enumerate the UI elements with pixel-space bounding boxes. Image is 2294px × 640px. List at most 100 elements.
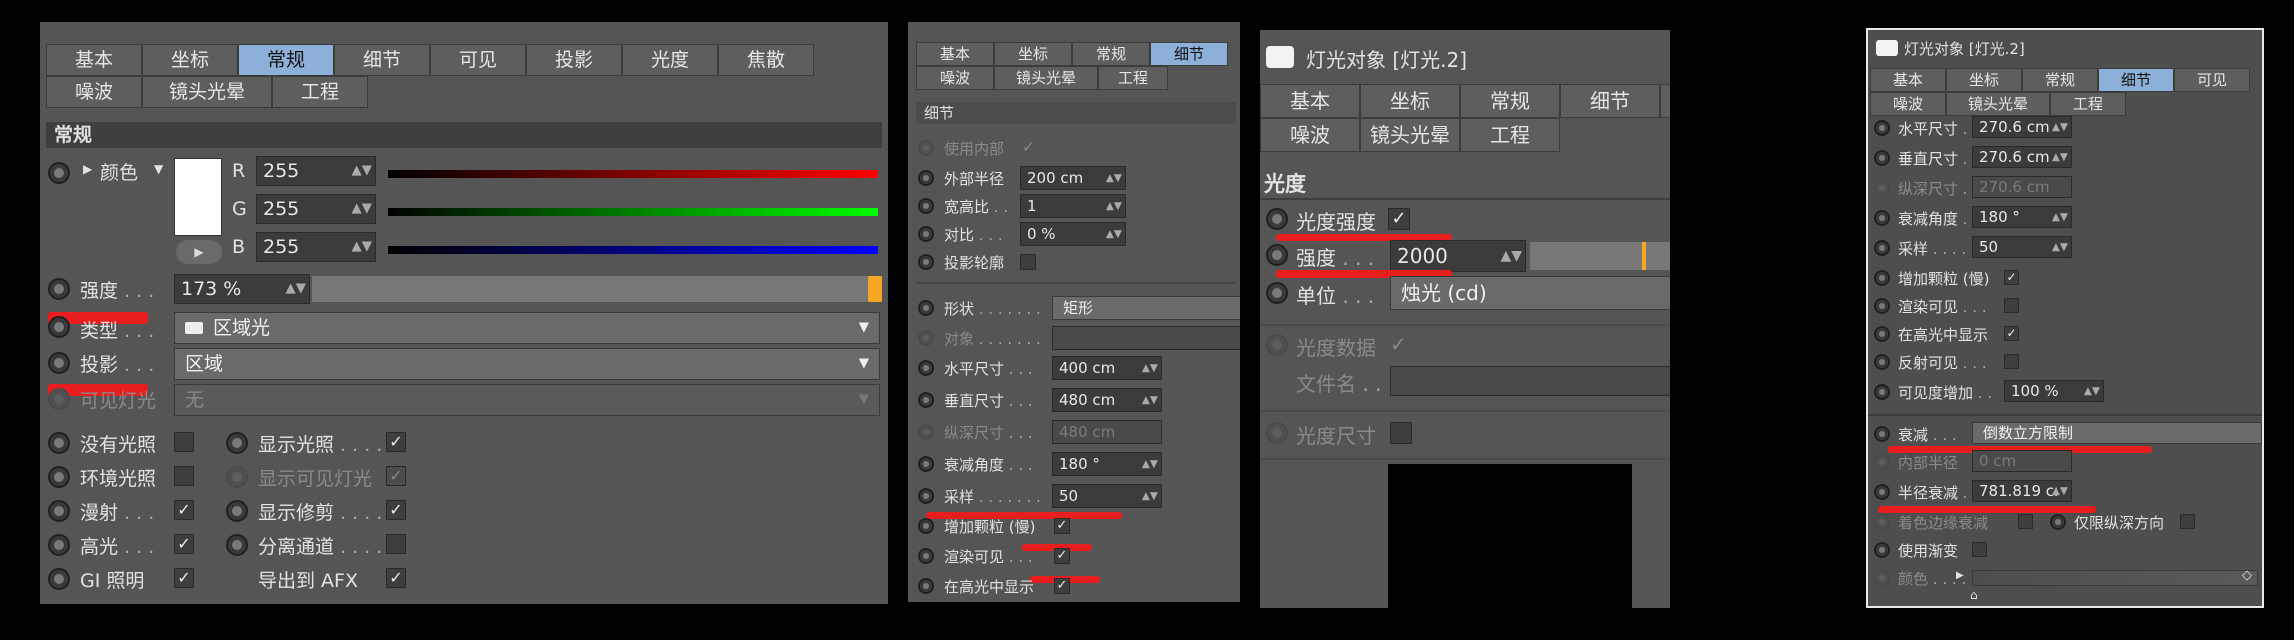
tab-basic[interactable]: 基本 bbox=[46, 44, 142, 76]
color-menu-icon[interactable]: ▼ bbox=[154, 162, 163, 176]
tab-noise[interactable]: 噪波 bbox=[916, 66, 994, 90]
samples-radio[interactable] bbox=[918, 488, 934, 504]
tab-shadow[interactable]: 投影 bbox=[526, 44, 622, 76]
color-picker-button[interactable]: ▶ bbox=[176, 240, 222, 264]
tab-project[interactable]: 工程 bbox=[2050, 92, 2126, 116]
intensity-field[interactable]: 2000 ▲▼ bbox=[1390, 240, 1526, 272]
tab-project[interactable]: 工程 bbox=[1098, 66, 1168, 90]
g-slider[interactable] bbox=[388, 208, 878, 216]
visible-light-radio[interactable] bbox=[48, 388, 70, 410]
h-size-field[interactable]: 400 cm ▲▼ bbox=[1052, 356, 1162, 380]
tab-details[interactable]: 细节 bbox=[1150, 42, 1228, 66]
color-swatch[interactable] bbox=[174, 158, 222, 236]
color-radio[interactable] bbox=[48, 162, 70, 184]
tab-basic[interactable]: 基本 bbox=[1870, 68, 1946, 92]
tab-noise[interactable]: 噪波 bbox=[1870, 92, 1946, 116]
diffuse-radio[interactable] bbox=[48, 500, 70, 522]
tab-coordinates[interactable]: 坐标 bbox=[994, 42, 1072, 66]
radius-decay-radio[interactable] bbox=[1874, 484, 1890, 500]
show-specular-checkbox[interactable]: ✓ bbox=[1054, 578, 1070, 594]
shape-radio[interactable] bbox=[918, 300, 934, 316]
tab-lens-glow[interactable]: 镜头光晕 bbox=[1946, 92, 2050, 116]
shape-dropdown[interactable]: 矩形 bbox=[1052, 296, 1240, 320]
color-radio[interactable] bbox=[1874, 570, 1890, 586]
falloff-angle-field[interactable]: 180 ° ▲▼ bbox=[1052, 452, 1162, 476]
use-gradient-radio[interactable] bbox=[1874, 542, 1890, 558]
tab-details[interactable]: 细节 bbox=[2098, 68, 2174, 92]
photometric-data-radio[interactable] bbox=[1266, 334, 1288, 356]
use-inner-radio[interactable] bbox=[918, 140, 934, 156]
shadow-dropdown[interactable]: 区域 ▼ bbox=[174, 348, 880, 380]
radius-decay-field[interactable]: 781.819 cı ▲▼ bbox=[1972, 480, 2072, 502]
colored-edge-radio[interactable] bbox=[1874, 514, 1890, 530]
gradient-knot-icon[interactable]: ◇ bbox=[2242, 568, 2252, 583]
reflection-visible-checkbox[interactable] bbox=[2004, 354, 2019, 369]
intensity-slider[interactable] bbox=[312, 276, 882, 302]
render-visible-checkbox[interactable]: ✓ bbox=[1054, 548, 1070, 564]
tab-visibility[interactable]: 可见 bbox=[1660, 84, 1670, 118]
ambient-checkbox[interactable] bbox=[174, 466, 194, 486]
visibility-boost-radio[interactable] bbox=[1874, 384, 1890, 400]
diffuse-checkbox[interactable]: ✓ bbox=[174, 500, 194, 520]
d-size-radio[interactable] bbox=[918, 424, 934, 440]
tab-visibility[interactable]: 可见 bbox=[2174, 68, 2250, 92]
tab-details[interactable]: 细节 bbox=[1560, 84, 1660, 118]
samples-field[interactable]: 50 ▲▼ bbox=[1052, 484, 1162, 508]
tab-general[interactable]: 常规 bbox=[2022, 68, 2098, 92]
add-grain-checkbox[interactable]: ✓ bbox=[1054, 518, 1070, 534]
tab-general[interactable]: 常规 bbox=[238, 44, 334, 76]
h-size-radio[interactable] bbox=[1874, 120, 1890, 136]
use-gradient-checkbox[interactable] bbox=[1972, 542, 1987, 557]
show-visible-light-radio[interactable] bbox=[226, 466, 248, 488]
contrast-field[interactable]: 0 % ▲▼ bbox=[1020, 222, 1126, 246]
tab-project[interactable]: 工程 bbox=[1460, 118, 1560, 152]
tab-caustics[interactable]: 焦散 bbox=[718, 44, 814, 76]
type-radio[interactable] bbox=[48, 316, 70, 338]
tab-basic[interactable]: 基本 bbox=[1260, 84, 1360, 118]
show-specular-checkbox[interactable]: ✓ bbox=[2004, 326, 2019, 341]
show-specular-radio[interactable] bbox=[918, 578, 934, 594]
gradient-start-knot-icon[interactable]: ⌂ bbox=[1970, 588, 1978, 602]
outer-radius-radio[interactable] bbox=[918, 170, 934, 186]
add-grain-radio[interactable] bbox=[1874, 270, 1890, 286]
v-size-field[interactable]: 480 cm ▲▼ bbox=[1052, 388, 1162, 412]
ambient-radio[interactable] bbox=[48, 466, 70, 488]
tab-basic[interactable]: 基本 bbox=[916, 42, 994, 66]
falloff-angle-radio[interactable] bbox=[1874, 210, 1890, 226]
add-grain-checkbox[interactable]: ✓ bbox=[2004, 270, 2019, 285]
reflection-visible-radio[interactable] bbox=[1874, 354, 1890, 370]
visibility-boost-field[interactable]: 100 % ▲▼ bbox=[2004, 380, 2104, 402]
r-slider[interactable] bbox=[388, 170, 878, 178]
falloff-angle-field[interactable]: 180 ° ▲▼ bbox=[1972, 206, 2072, 228]
specular-radio[interactable] bbox=[48, 534, 70, 556]
show-clipping-checkbox[interactable]: ✓ bbox=[386, 500, 406, 520]
falloff-angle-radio[interactable] bbox=[918, 456, 934, 472]
d-size-radio[interactable] bbox=[1874, 180, 1890, 196]
tab-photometric[interactable]: 光度 bbox=[622, 44, 718, 76]
photometric-size-radio[interactable] bbox=[1266, 422, 1288, 444]
tab-noise[interactable]: 噪波 bbox=[1260, 118, 1360, 152]
show-specular-radio[interactable] bbox=[1874, 326, 1890, 342]
intensity-radio[interactable] bbox=[48, 278, 70, 300]
photometric-intensity-checkbox[interactable]: ✓ bbox=[1388, 208, 1410, 230]
tab-general[interactable]: 常规 bbox=[1460, 84, 1560, 118]
shadow-caster-radio[interactable] bbox=[918, 254, 934, 270]
render-visible-radio[interactable] bbox=[918, 548, 934, 564]
tab-noise[interactable]: 噪波 bbox=[46, 76, 142, 108]
object-radio[interactable] bbox=[918, 330, 934, 346]
contrast-radio[interactable] bbox=[918, 226, 934, 242]
specular-checkbox[interactable]: ✓ bbox=[174, 534, 194, 554]
type-dropdown[interactable]: 区域光 ▼ bbox=[174, 312, 880, 344]
gradient-bar[interactable] bbox=[1972, 570, 2258, 586]
tab-lens-glow[interactable]: 镜头光晕 bbox=[1360, 118, 1460, 152]
h-size-field[interactable]: 270.6 cm ▲▼ bbox=[1972, 116, 2072, 138]
no-illumination-radio[interactable] bbox=[48, 432, 70, 454]
b-slider[interactable] bbox=[388, 246, 878, 254]
h-size-radio[interactable] bbox=[918, 360, 934, 376]
falloff-dropdown[interactable]: 倒数立方限制 bbox=[1972, 422, 2262, 444]
intensity-value-field[interactable]: 173 % ▲▼ bbox=[174, 274, 310, 304]
photometric-intensity-radio[interactable] bbox=[1266, 208, 1288, 230]
color-expand-icon[interactable]: ▶ bbox=[83, 162, 92, 176]
falloff-radio[interactable] bbox=[1874, 426, 1890, 442]
tab-coordinates[interactable]: 坐标 bbox=[1360, 84, 1460, 118]
